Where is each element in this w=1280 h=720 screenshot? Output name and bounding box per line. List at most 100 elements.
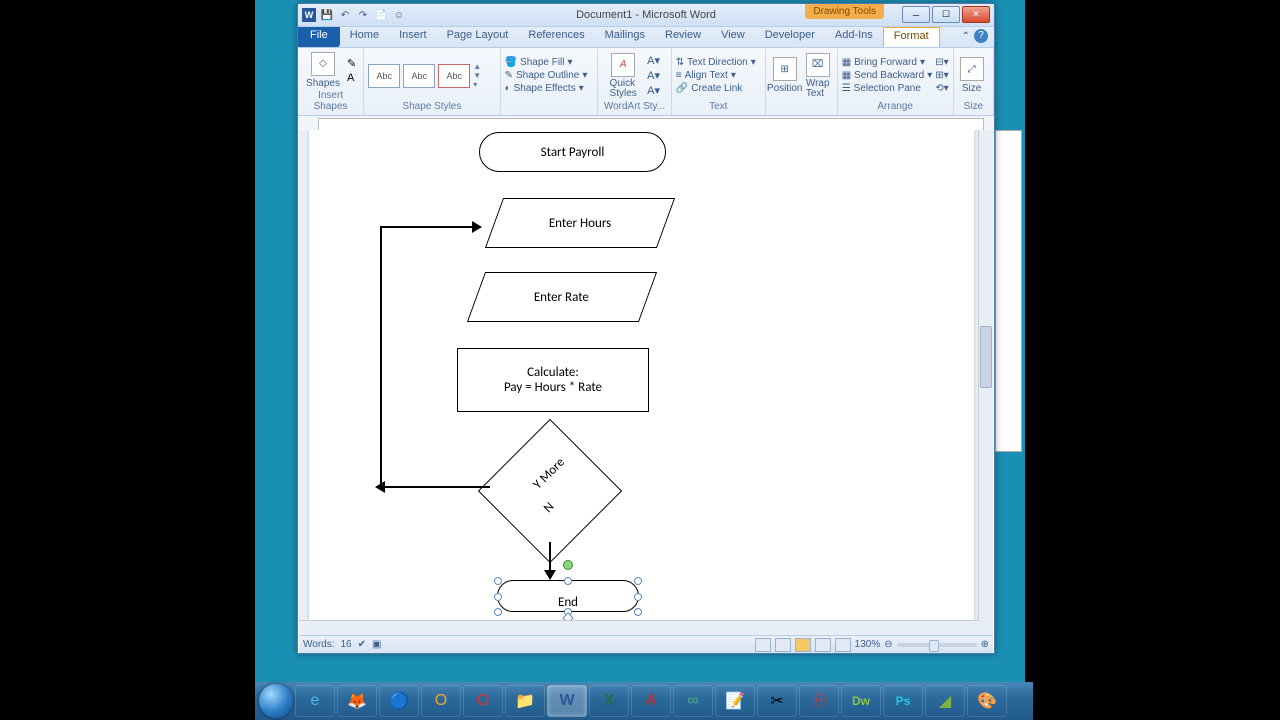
wrap-text-button[interactable]: ⌧ Wrap Text — [803, 53, 833, 99]
arrow-loop-bottom[interactable] — [380, 486, 490, 488]
resize-handle-e[interactable] — [634, 593, 642, 601]
view-outline[interactable] — [815, 638, 831, 652]
taskbar-dreamweaver[interactable]: Dw — [841, 685, 881, 717]
arrow-loop-top[interactable] — [380, 226, 474, 228]
view-web-layout[interactable] — [795, 638, 811, 652]
text-effects-icon[interactable]: A▾ — [647, 84, 660, 97]
taskbar-app3[interactable]: 🎨 — [967, 685, 1007, 717]
view-print-layout[interactable] — [755, 638, 771, 652]
create-link-button[interactable]: 🔗Create Link — [676, 83, 756, 94]
taskbar-excel[interactable]: X — [589, 685, 629, 717]
tab-addins[interactable]: Add-Ins — [825, 27, 883, 47]
view-draft[interactable] — [835, 638, 851, 652]
style-gallery-down[interactable]: ▼ — [473, 71, 481, 80]
horizontal-scrollbar[interactable] — [299, 620, 979, 635]
shape-style-1[interactable]: Abc — [368, 64, 400, 88]
tab-references[interactable]: References — [518, 27, 594, 47]
taskbar-chrome[interactable]: 🔵 — [379, 685, 419, 717]
resize-handle-n[interactable] — [564, 577, 572, 585]
taskbar-firefox[interactable]: 🦊 — [337, 685, 377, 717]
text-box-icon[interactable]: A — [347, 72, 356, 84]
taskbar-outlook[interactable]: O — [421, 685, 461, 717]
maximize-button[interactable]: ☐ — [932, 6, 960, 23]
arrow-to-end[interactable] — [549, 542, 551, 572]
tab-page-layout[interactable]: Page Layout — [437, 27, 519, 47]
close-button[interactable]: ✕ — [962, 6, 990, 23]
minimize-button[interactable]: ─ — [902, 6, 930, 23]
shape-effects-button[interactable]: ◐Shape Effects ▾ — [505, 83, 588, 94]
qat-undo-icon[interactable]: ↶ — [338, 8, 352, 22]
taskbar-acrobat[interactable]: ⎘ — [799, 685, 839, 717]
rotate-menu-icon[interactable]: ⟲▾ — [935, 83, 948, 94]
tab-developer[interactable]: Developer — [755, 27, 825, 47]
taskbar-ie[interactable]: e — [295, 685, 335, 717]
proofing-icon[interactable]: ✔ — [358, 639, 366, 650]
taskbar-word[interactable]: W — [547, 685, 587, 717]
view-full-screen[interactable] — [775, 638, 791, 652]
text-direction-button[interactable]: ⇅Text Direction ▾ — [676, 57, 756, 68]
taskbar-opera[interactable]: O — [463, 685, 503, 717]
flowchart-io-rate[interactable]: Enter Rate — [467, 272, 657, 322]
shape-outline-button[interactable]: ✎Shape Outline ▾ — [505, 70, 588, 81]
shapes-gallery-button[interactable]: ◇ Shapes — [302, 52, 344, 89]
titlebar[interactable]: W 💾 ↶ ↷ 📄 ☺ Document1 - Microsoft Word D… — [298, 4, 994, 27]
send-backward-button[interactable]: ▦Send Backward ▾ — [842, 70, 933, 81]
tab-mailings[interactable]: Mailings — [595, 27, 655, 47]
edit-shape-icon[interactable]: ✎ — [347, 57, 356, 70]
text-fill-icon[interactable]: A▾ — [647, 54, 660, 67]
zoom-in-button[interactable]: ⊕ — [981, 639, 989, 650]
file-tab[interactable]: File — [298, 27, 340, 47]
qat-emoji-icon[interactable]: ☺ — [392, 8, 406, 22]
zoom-level[interactable]: 130% — [855, 639, 881, 650]
arrow-loop-vertical[interactable] — [380, 226, 382, 488]
taskbar-access[interactable]: A — [631, 685, 671, 717]
style-gallery-up[interactable]: ▲ — [473, 62, 481, 71]
zoom-out-button[interactable]: ⊖ — [884, 639, 892, 650]
shape-style-2[interactable]: Abc — [403, 64, 435, 88]
style-gallery-more[interactable]: ▾ — [473, 80, 481, 89]
qat-new-icon[interactable]: 📄 — [374, 8, 388, 22]
minimize-ribbon-icon[interactable]: ⌃ — [962, 31, 970, 42]
position-button[interactable]: ⊞ Position — [770, 57, 800, 94]
shape-fill-button[interactable]: 🪣Shape Fill ▾ — [505, 57, 588, 68]
qat-save-icon[interactable]: 💾 — [320, 8, 334, 22]
resize-handle-se[interactable] — [634, 608, 642, 616]
scrollbar-thumb[interactable] — [980, 326, 992, 388]
vertical-scrollbar[interactable] — [978, 130, 993, 621]
taskbar-explorer[interactable]: 📁 — [505, 685, 545, 717]
shape-style-3[interactable]: Abc — [438, 64, 470, 88]
tab-view[interactable]: View — [711, 27, 755, 47]
tab-home[interactable]: Home — [340, 27, 389, 47]
flowchart-io-hours[interactable]: Enter Hours — [485, 198, 675, 248]
rotation-handle[interactable] — [563, 560, 573, 570]
align-menu-icon[interactable]: ⊟▾ — [935, 57, 948, 68]
word-count-label[interactable]: Words: — [303, 639, 335, 650]
taskbar-snip[interactable]: ✂ — [757, 685, 797, 717]
tab-review[interactable]: Review — [655, 27, 711, 47]
qat-redo-icon[interactable]: ↷ — [356, 8, 370, 22]
page[interactable]: Start Payroll Enter Hours Enter Rate Cal… — [309, 130, 974, 635]
flowchart-terminator-start[interactable]: Start Payroll — [479, 132, 666, 172]
taskbar-photoshop[interactable]: Ps — [883, 685, 923, 717]
resize-handle-w[interactable] — [494, 593, 502, 601]
quick-styles-button[interactable]: A Quick Styles — [602, 53, 644, 99]
macro-icon[interactable]: ▣ — [372, 639, 381, 650]
bring-forward-button[interactable]: ▦Bring Forward ▾ — [842, 57, 933, 68]
tab-format[interactable]: Format — [883, 27, 940, 47]
size-button[interactable]: ⤢ Size — [958, 57, 986, 94]
start-button[interactable] — [259, 684, 293, 718]
zoom-slider[interactable] — [897, 643, 977, 647]
text-outline-icon[interactable]: A▾ — [647, 69, 660, 82]
flowchart-process-calculate[interactable]: Calculate: Pay = Hours * Rate — [457, 348, 649, 412]
group-menu-icon[interactable]: ⊞▾ — [935, 70, 948, 81]
taskbar-notepad[interactable]: 📝 — [715, 685, 755, 717]
resize-handle-ne[interactable] — [634, 577, 642, 585]
document-area[interactable]: Start Payroll Enter Hours Enter Rate Cal… — [299, 130, 993, 635]
align-text-button[interactable]: ≡Align Text ▾ — [676, 70, 756, 81]
tab-insert[interactable]: Insert — [389, 27, 437, 47]
taskbar-app2[interactable]: ◢ — [925, 685, 965, 717]
resize-handle-sw[interactable] — [494, 608, 502, 616]
taskbar-app1[interactable]: ∞ — [673, 685, 713, 717]
taskbar[interactable]: e 🦊 🔵 O O 📁 W X A ∞ 📝 ✂ ⎘ Dw Ps ◢ 🎨 — [255, 682, 1033, 720]
word-count-value[interactable]: 16 — [341, 639, 352, 650]
